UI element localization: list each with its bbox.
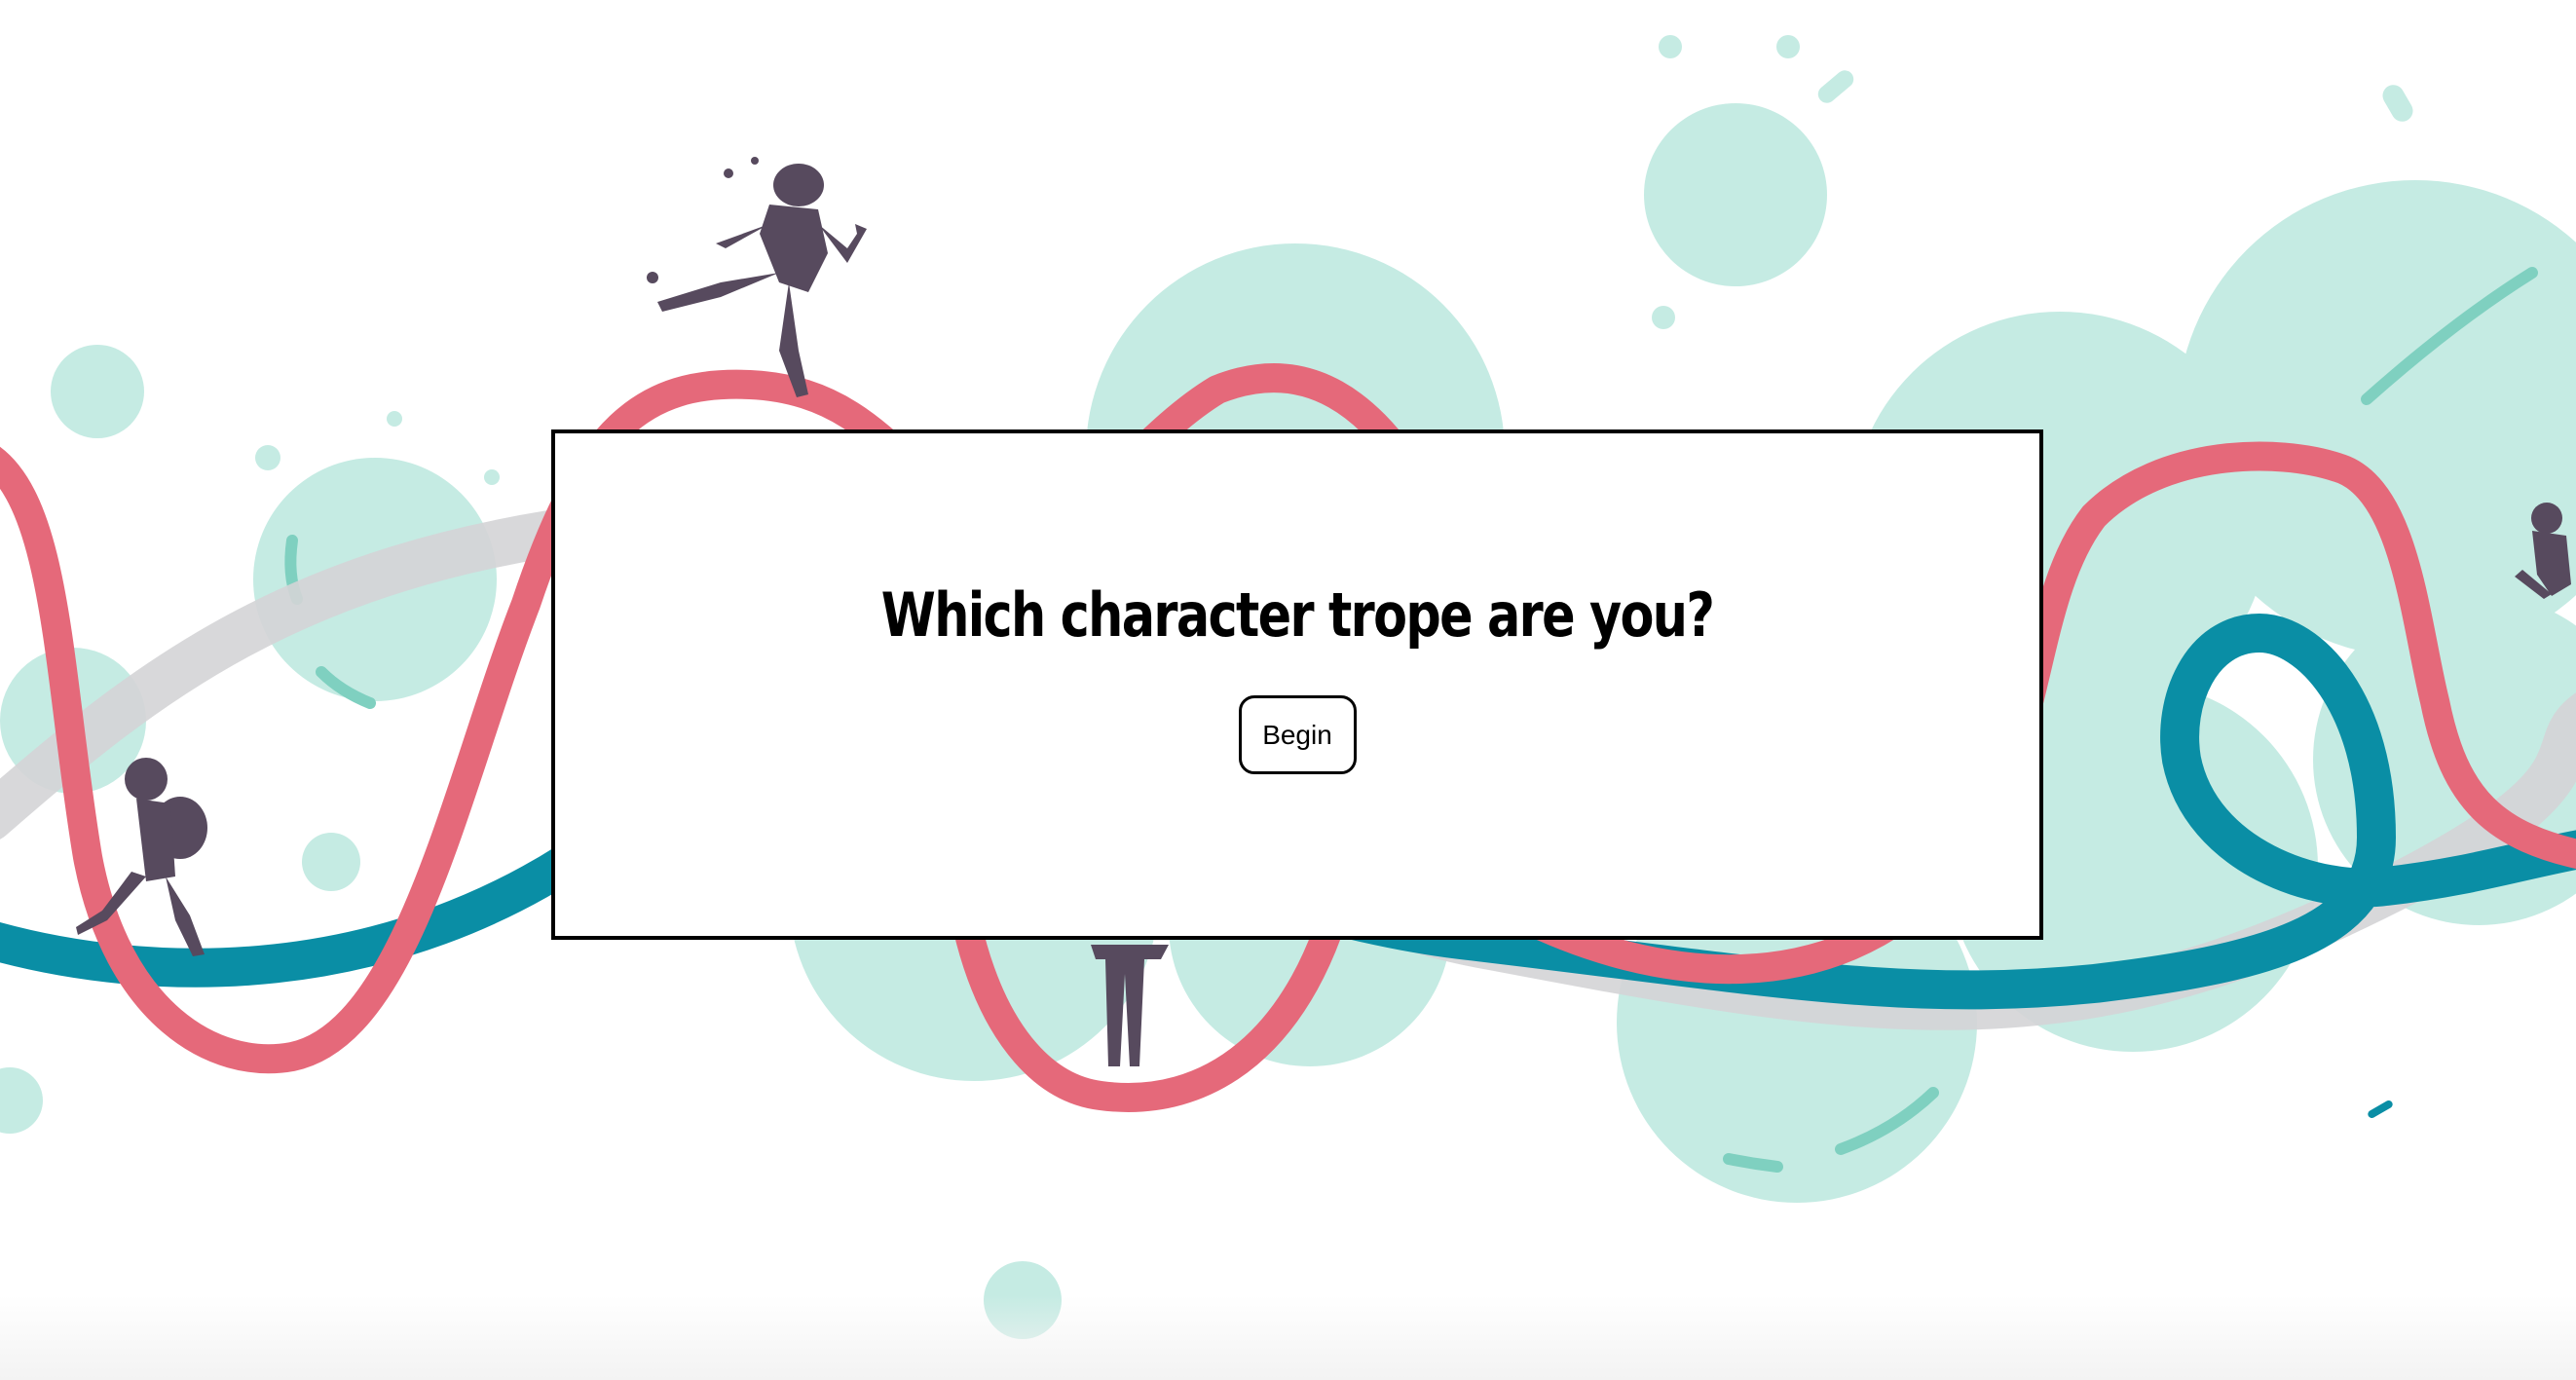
quiz-intro-card: Which character trope are you? Begin [551, 429, 2043, 940]
bottom-fade [0, 1295, 2576, 1380]
begin-button[interactable]: Begin [1238, 695, 1357, 774]
figure-runner [647, 157, 867, 397]
quiz-title: Which character trope are you? [880, 579, 1715, 651]
quiz-landing-page: Which character trope are you? Begin [0, 0, 2576, 1380]
